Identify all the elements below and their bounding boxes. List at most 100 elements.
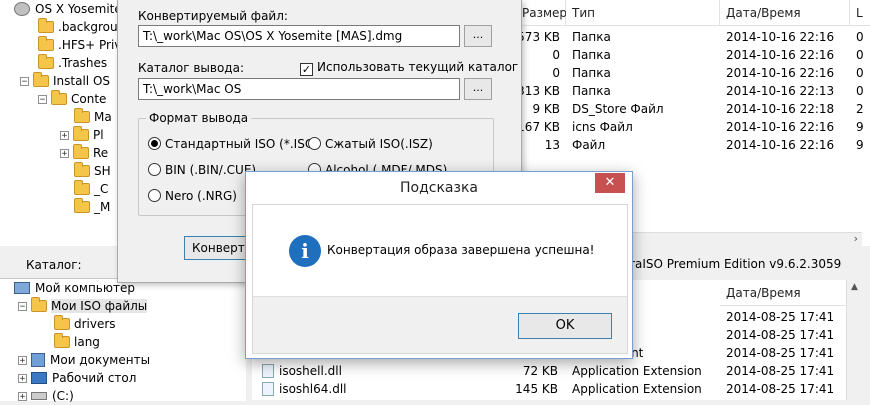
tree-item-lang[interactable]: lang (54, 333, 100, 351)
tree-item-hfs-private[interactable]: .HFS+ Priv (38, 36, 121, 54)
cell-size: 313 KB (517, 84, 560, 98)
format-radio-nrg[interactable]: Nero (.NRG) (148, 189, 237, 203)
tree-item-label: Мои ISO файлы (51, 299, 148, 313)
tree-item-trashes[interactable]: .Trashes (38, 54, 107, 72)
tree-item-label: drivers (74, 317, 116, 331)
computer-icon (14, 282, 30, 294)
tree-item-drive-c[interactable]: + (C:) (18, 387, 74, 405)
scroll-up-icon[interactable]: ▲ (851, 282, 858, 292)
info-icon: i (289, 235, 321, 267)
cell-date: 2014-08-25 17:41 (726, 346, 835, 360)
folder-icon (73, 126, 89, 141)
tree-item-desktop[interactable]: + Рабочий стол (18, 369, 136, 387)
collapse-icon[interactable]: − (38, 95, 47, 105)
tree-item-label: (C:) (52, 389, 74, 403)
column-header-date[interactable]: Дата/Время (720, 0, 850, 26)
cell-date: 2014-10-16 22:16 (726, 138, 835, 152)
tree-item-label: .HFS+ Priv (58, 38, 122, 52)
scroll-right-icon[interactable]: › (854, 232, 858, 245)
tree-item-label: SH (94, 164, 111, 178)
use-current-dir-checkbox[interactable]: ✓ Использовать текущий каталог (300, 60, 518, 76)
cell-extra: 0 (856, 30, 864, 44)
tree-item-re[interactable]: + Re (60, 144, 108, 162)
tree-item-background[interactable]: .backgrou (38, 18, 118, 36)
cell-name: isoshell.dll (262, 362, 342, 380)
cell-date: 2014-10-16 22:13 (726, 84, 835, 98)
cell-date: 2014-08-25 17:41 (726, 364, 835, 378)
cell-extra: 9 (856, 138, 864, 152)
cell-size: 167 KB (517, 120, 560, 134)
cell-type: Папка (572, 84, 611, 98)
tree-item-install-os[interactable]: − Install OS (20, 72, 110, 90)
tree-item-sh[interactable]: SH (74, 162, 111, 180)
cell-size: 13 (544, 138, 560, 152)
tree-item-pl[interactable]: + Pl (60, 126, 104, 144)
folder-icon (38, 54, 54, 69)
column-header-type[interactable]: Тип (566, 0, 720, 26)
browse-output-button[interactable]: ... (464, 78, 492, 100)
tree-item-label: Re (93, 146, 109, 160)
format-radio-bin[interactable]: BIN (.BIN/.CUE) (148, 163, 256, 177)
radio-label: Сжатый ISO(.ISZ) (325, 137, 433, 151)
cell-type: Файл (572, 138, 606, 152)
folder-icon (74, 198, 90, 213)
folder-icon (54, 315, 70, 330)
file-name: isoshell.dll (279, 364, 342, 378)
cell-date: 2014-08-25 17:41 (726, 382, 835, 396)
cell-date: 2014-10-16 22:16 (726, 30, 835, 44)
message-box: Подсказка ✕ i Конвертация образа заверше… (245, 171, 633, 359)
collapse-icon[interactable]: − (18, 302, 27, 312)
vertical-scrollbar[interactable]: ▲ (846, 280, 864, 400)
radio-icon (308, 137, 321, 150)
expand-icon[interactable]: + (60, 149, 69, 159)
column-header-date[interactable]: Дата/Время (720, 280, 846, 306)
cell-size: 0 (552, 48, 560, 62)
format-radio-isz[interactable]: Сжатый ISO(.ISZ) (308, 137, 433, 151)
tree-item-my-documents[interactable]: + Мои документы (18, 351, 150, 369)
tree-item-label: _C (94, 182, 109, 196)
radio-label: BIN (.BIN/.CUE) (165, 163, 257, 177)
source-file-field[interactable]: T:\_work\Mac OS\OS X Yosemite [MAS].dmg (138, 25, 460, 47)
expand-icon[interactable]: + (60, 131, 69, 141)
desktop-icon (31, 372, 47, 384)
cell-extra: 2 (856, 102, 864, 116)
radio-icon (148, 163, 161, 176)
tree-item-label: .backgrou (58, 20, 118, 34)
format-radio-iso[interactable]: Стандартный ISO (*.ISO) (148, 137, 319, 151)
ok-button[interactable]: OK (518, 313, 612, 339)
expand-icon[interactable]: + (18, 374, 27, 384)
browse-source-button[interactable]: ... (464, 25, 492, 47)
tree-item-c[interactable]: _C (74, 180, 108, 198)
output-format-label: Формат вывода (146, 111, 252, 125)
folder-icon (31, 297, 47, 312)
tree-item-ma[interactable]: Ma (74, 108, 112, 126)
cell-size: 0 (552, 66, 560, 80)
collapse-icon[interactable]: − (20, 77, 29, 87)
column-header-size[interactable]: Размер (516, 0, 567, 26)
tree-item-contents[interactable]: − Conte (38, 90, 106, 108)
tree-item-m[interactable]: _M (74, 198, 110, 216)
dll-file-icon (262, 382, 274, 396)
cell-type: Application Extension (572, 382, 702, 396)
folder-icon (74, 180, 90, 195)
expand-icon[interactable]: + (18, 356, 27, 366)
tree-item-label: Conte (71, 92, 107, 106)
message-text: Конвертация образа завершена успешна! (327, 243, 595, 257)
output-dir-field[interactable]: T:\_work\Mac OS (138, 78, 460, 100)
tree-item-root[interactable]: OS X Yosemite (14, 0, 122, 18)
folder-icon (33, 72, 49, 87)
close-icon: ✕ (604, 175, 616, 190)
column-header-extra[interactable]: L (850, 0, 870, 26)
cell-extra: 0 (856, 48, 864, 62)
cell-size: 573 KB (517, 30, 560, 44)
cell-name: isoshl64.dll (262, 380, 347, 398)
radio-icon (148, 189, 161, 202)
close-button[interactable]: ✕ (595, 173, 625, 193)
radio-selected-icon (148, 137, 161, 150)
tree-item-drivers[interactable]: drivers (54, 315, 116, 333)
tree-item-my-iso-files[interactable]: − Мои ISO файлы (18, 297, 148, 315)
message-box-body: i Конвертация образа завершена успешна! (252, 204, 628, 297)
disk-image-icon (14, 2, 30, 16)
cell-type: Папка (572, 48, 611, 62)
radio-label: Стандартный ISO (*.ISO) (165, 137, 319, 151)
